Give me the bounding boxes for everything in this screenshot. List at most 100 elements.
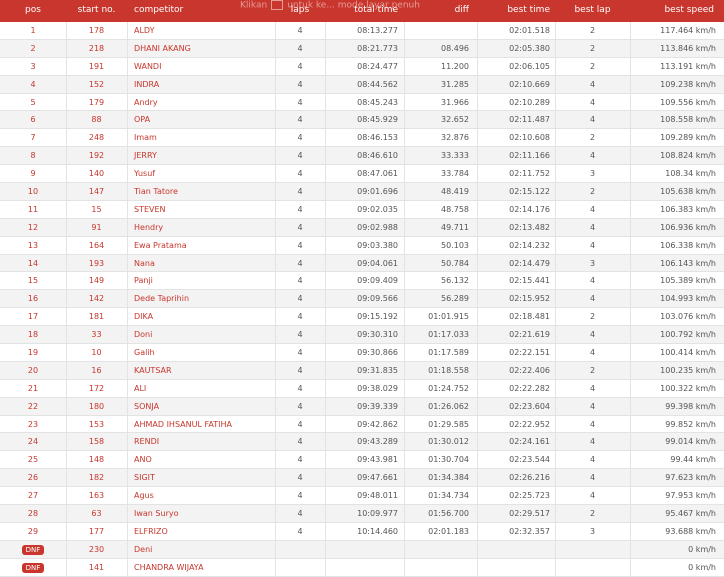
table-row[interactable]: 2 218 DHANI AKANG 4 08:21.773 08.496 02:05.380…: [0, 39, 724, 58]
cell-diff: 32.652: [441, 115, 469, 125]
table-row[interactable]: 16 142 Dede Taprihin 4 09:09.566 56.289 02:15.…: [0, 290, 724, 309]
cell-best-lap: 4: [589, 79, 596, 89]
table-row[interactable]: 14 193 Nana 4 09:04.061 50.784 02:14.479 3 106.1…: [0, 254, 724, 273]
cell-competitor[interactable]: DHANI AKANG: [134, 40, 274, 57]
cell-competitor[interactable]: STEVEN: [134, 201, 274, 218]
table-row[interactable]: DNF 230 Deni 0 km/h: [0, 540, 724, 559]
table-row[interactable]: 28 63 Iwan Suryo 4 10:09.977 01:56.700 02:29.5…: [0, 505, 724, 523]
table-row[interactable]: 5 179 Andry 4 08:45.243 31.966 02:10.289 4 109.5…: [0, 93, 724, 112]
cell-laps: 4: [297, 151, 303, 161]
table-row[interactable]: 25 148 ANO 4 09:43.981 01:30.704 02:23.544 4 99.…: [0, 451, 724, 470]
table-row[interactable]: 7 248 Imam 4 08:46.153 32.876 02:10.608 2 109.28…: [0, 129, 724, 148]
cell-competitor[interactable]: Galih: [134, 344, 274, 361]
cell-competitor[interactable]: Deni: [134, 541, 274, 558]
table-row[interactable]: 8 192 JERRY 4 08:46.610 33.333 02:11.166 4 108.8…: [0, 147, 724, 166]
table-row[interactable]: 10 147 Tian Tatore 4 09:01.696 48.419 02:15.12…: [0, 183, 724, 201]
cell-competitor[interactable]: Tian Tatore: [134, 183, 274, 200]
table-row[interactable]: 29 177 ELFRIZO 4 10:14.460 02:01.183 02:32.357…: [0, 522, 724, 541]
header-laps[interactable]: laps: [276, 0, 324, 22]
cell-total-time: 10:14.460: [357, 526, 398, 536]
cell-competitor[interactable]: ALDY: [134, 22, 274, 39]
cell-laps: 4: [297, 61, 303, 71]
table-row[interactable]: 12 91 Hendry 4 09:02.988 49.711 02:13.482 4 106.…: [0, 218, 724, 237]
cell-best-lap: 3: [589, 258, 596, 268]
cell-best-time: 02:11.166: [509, 151, 550, 161]
table-row[interactable]: 26 182 SIGIT 4 09:47.661 01:34.384 02:26.216 4 9…: [0, 469, 724, 488]
cell-total-time: 09:43.981: [357, 455, 398, 465]
cell-competitor[interactable]: Hendry: [134, 219, 274, 236]
table-row[interactable]: 20 16 KAUTSAR 4 09:31.835 01:18.558 02:22.406 2…: [0, 361, 724, 380]
cell-competitor[interactable]: Imam: [134, 129, 274, 146]
table-row[interactable]: 18 33 Doni 4 09:30.310 01:17.033 02:21.619 4 100…: [0, 326, 724, 345]
header-total-time[interactable]: total time: [325, 0, 398, 22]
table-row[interactable]: 23 153 AHMAD IHSANUL FATIHA 4 09:42.862 01:29…: [0, 415, 724, 434]
cell-best-speed: 99.44 km/h: [670, 455, 716, 465]
cell-competitor[interactable]: AHMAD IHSANUL FATIHA: [134, 416, 274, 433]
cell-competitor[interactable]: Ewa Pratama: [134, 237, 274, 254]
cell-competitor[interactable]: ELFRIZO: [134, 523, 274, 540]
header-best-time[interactable]: best time: [477, 0, 550, 22]
cell-start-no: 181: [88, 312, 105, 322]
table-row[interactable]: 4 152 INDRA 4 08:44.562 31.285 02:10.669 4 109.2…: [0, 75, 724, 94]
cell-competitor[interactable]: CHANDRA WIJAYA: [134, 559, 274, 576]
table-row[interactable]: 1 178 ALDY 4 08:13.277 02:01.518 2 117.464 km/h: [0, 22, 724, 40]
header-start-no[interactable]: start no.: [66, 0, 127, 22]
cell-diff: 01:34.734: [428, 491, 469, 501]
table-row[interactable]: 9 140 Yusuf 4 08:47.061 33.784 02:11.752 3 108.3…: [0, 165, 724, 184]
cell-best-lap: 2: [589, 509, 596, 519]
cell-competitor[interactable]: KAUTSAR: [134, 362, 274, 379]
cell-competitor[interactable]: Andry: [134, 94, 274, 111]
header-best-lap[interactable]: best lap: [555, 0, 630, 22]
cell-competitor[interactable]: Agus: [134, 487, 274, 504]
cell-best-time: 02:15.952: [509, 294, 550, 304]
cell-competitor[interactable]: DIKA: [134, 308, 274, 325]
header-pos[interactable]: pos: [0, 0, 66, 22]
cell-laps: 4: [297, 276, 303, 286]
cell-competitor[interactable]: Panji: [134, 272, 274, 289]
cell-competitor[interactable]: INDRA: [134, 76, 274, 93]
cell-competitor[interactable]: Doni: [134, 326, 274, 343]
cell-total-time: 08:21.773: [357, 43, 398, 53]
cell-competitor[interactable]: SONJA: [134, 398, 274, 415]
cell-start-no: 91: [91, 222, 102, 232]
cell-best-time: 02:25.723: [509, 491, 550, 501]
cell-competitor[interactable]: Iwan Suryo: [134, 505, 274, 522]
cell-competitor[interactable]: ALI: [134, 380, 274, 397]
cell-competitor[interactable]: Nana: [134, 255, 274, 272]
column-divider: [127, 129, 128, 147]
table-row[interactable]: 21 172 ALI 4 09:38.029 01:24.752 02:22.282 4 100…: [0, 379, 724, 398]
cell-competitor[interactable]: Dede Taprihin: [134, 290, 274, 307]
table-row[interactable]: 27 163 Agus 4 09:48.011 01:34.734 02:25.723 4 97…: [0, 487, 724, 506]
cell-competitor[interactable]: Yusuf: [134, 165, 274, 182]
cell-best-speed: 105.638 km/h: [660, 187, 716, 197]
table-row[interactable]: 15 149 Panji 4 09:09.409 56.132 02:15.441 4 105.…: [0, 272, 724, 291]
table-row[interactable]: DNF 141 CHANDRA WIJAYA 0 km/h: [0, 558, 724, 577]
cell-competitor[interactable]: SIGIT: [134, 469, 274, 486]
header-competitor[interactable]: competitor: [134, 0, 274, 22]
table-row[interactable]: 3 191 WANDI 4 08:24.477 11.200 02:06.105 2 113.1…: [0, 57, 724, 76]
table-row[interactable]: 6 88 OPA 4 08:45.929 32.652 02:11.487 4 108.558 …: [0, 111, 724, 130]
column-divider: [127, 379, 128, 397]
cell-diff: 01:56.700: [428, 509, 469, 519]
table-row[interactable]: 24 158 RENDI 4 09:43.289 01:30.012 02:24.161 4 9…: [0, 433, 724, 452]
cell-competitor[interactable]: WANDI: [134, 58, 274, 75]
cell-best-lap: 4: [589, 437, 596, 447]
table-row[interactable]: 19 10 Galih 4 09:30.866 01:17.589 02:22.151 4 10…: [0, 344, 724, 362]
header-best-speed[interactable]: best speed: [630, 0, 714, 22]
cell-competitor[interactable]: RENDI: [134, 433, 274, 450]
table-row[interactable]: 13 164 Ewa Pratama 4 09:03.380 50.103 02:14.23…: [0, 236, 724, 255]
table-row[interactable]: 17 181 DIKA 4 09:15.192 01:01.915 02:18.481 2 10…: [0, 308, 724, 327]
cell-best-lap: 2: [589, 26, 596, 35]
column-divider: [127, 522, 128, 540]
cell-diff: 01:17.589: [428, 348, 469, 358]
cell-start-no: 142: [88, 294, 105, 304]
table-row[interactable]: 22 180 SONJA 4 09:39.339 01:26.062 02:23.604 4 9…: [0, 397, 724, 416]
cell-competitor[interactable]: ANO: [134, 451, 274, 468]
cell-total-time: 08:45.929: [357, 115, 398, 125]
column-divider: [127, 290, 128, 308]
cell-competitor[interactable]: OPA: [134, 111, 274, 128]
cell-competitor[interactable]: JERRY: [134, 147, 274, 164]
cell-pos: 25: [27, 455, 39, 465]
table-row[interactable]: 11 15 STEVEN 4 09:02.035 48.758 02:14.176 4 106.…: [0, 200, 724, 219]
header-diff[interactable]: diff: [404, 0, 469, 22]
